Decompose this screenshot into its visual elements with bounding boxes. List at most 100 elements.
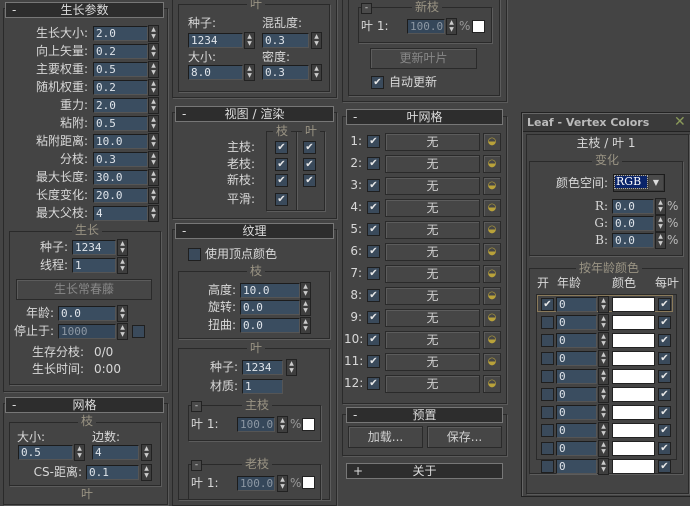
r-input[interactable]: 0.0 bbox=[612, 199, 654, 214]
mesh-sphere-icon[interactable]: ◒ bbox=[483, 375, 501, 393]
param-spinner[interactable]: ▲ ▼ bbox=[148, 205, 159, 222]
age-spinner[interactable]: ▲ ▼ bbox=[598, 440, 609, 457]
mesh-pick-button[interactable]: 无 bbox=[385, 221, 480, 239]
new-leaf1-spinner[interactable]: ▲ ▼ bbox=[446, 18, 457, 35]
age-color-swatch[interactable] bbox=[612, 351, 655, 366]
age-input[interactable]: 0 bbox=[556, 387, 597, 402]
r-spinner[interactable]: ▲ ▼ bbox=[655, 198, 666, 215]
age-enable-checkbox[interactable] bbox=[541, 442, 554, 455]
age-spinner[interactable]: ▲ ▼ bbox=[598, 386, 609, 403]
param-spinner[interactable]: ▲ ▼ bbox=[148, 79, 159, 96]
age-enable-checkbox[interactable] bbox=[541, 316, 554, 329]
param-spinner[interactable]: ▲ ▼ bbox=[148, 97, 159, 114]
mesh-pick-button[interactable]: 无 bbox=[385, 133, 480, 151]
branch-visible-checkbox[interactable]: ✔ bbox=[275, 158, 288, 171]
mesh-sphere-icon[interactable]: ◒ bbox=[483, 133, 501, 151]
b-input[interactable]: 0.0 bbox=[612, 233, 654, 248]
per-leaf-checkbox[interactable]: ✔ bbox=[658, 334, 671, 347]
mesh-sphere-icon[interactable]: ◒ bbox=[483, 177, 501, 195]
age-color-swatch[interactable] bbox=[612, 333, 655, 348]
material-input[interactable]: 1 bbox=[242, 379, 283, 394]
g-spinner[interactable]: ▲ ▼ bbox=[655, 215, 666, 232]
per-leaf-checkbox[interactable]: ✔ bbox=[658, 460, 671, 473]
threads-input[interactable]: 1 bbox=[72, 258, 116, 273]
growth-rollout-header[interactable]: - 生长参数 bbox=[5, 2, 164, 18]
param-input[interactable]: 10.0 bbox=[93, 134, 148, 149]
seed-spinner[interactable]: ▲ ▼ bbox=[117, 239, 128, 256]
param-input[interactable]: 0.2 bbox=[93, 80, 148, 95]
mesh-slot-checkbox[interactable]: ✔ bbox=[367, 355, 380, 368]
view-rollout-header[interactable]: - 视图 / 渲染 bbox=[175, 106, 334, 122]
age-enable-checkbox[interactable] bbox=[541, 406, 554, 419]
mesh-slot-checkbox[interactable]: ✔ bbox=[367, 267, 380, 280]
branch-visible-checkbox[interactable]: ✔ bbox=[275, 174, 288, 187]
age-spinner[interactable]: ▲ ▼ bbox=[598, 350, 609, 367]
age-enable-checkbox[interactable] bbox=[541, 424, 554, 437]
age-input[interactable]: 0 bbox=[556, 459, 597, 474]
param-input[interactable]: 0.2 bbox=[93, 44, 148, 59]
mesh-slot-checkbox[interactable]: ✔ bbox=[367, 201, 380, 214]
age-spinner[interactable]: ▲ ▼ bbox=[117, 305, 128, 322]
tex-leaf-seed-spinner[interactable]: ▲ ▼ bbox=[286, 359, 297, 376]
mesh-slot-checkbox[interactable]: ✔ bbox=[367, 245, 380, 258]
b-spinner[interactable]: ▲ ▼ bbox=[655, 232, 666, 249]
age-input[interactable]: 0 bbox=[556, 351, 597, 366]
param-input[interactable]: 4 bbox=[93, 206, 148, 221]
mesh-slot-checkbox[interactable]: ✔ bbox=[367, 135, 380, 148]
chaos-input[interactable]: 0.3 bbox=[262, 33, 309, 48]
close-icon[interactable]: ✕ bbox=[674, 114, 686, 130]
age-spinner[interactable]: ▲ ▼ bbox=[598, 368, 609, 385]
dialog-titlebar[interactable]: Leaf - Vertex Colors ✕ bbox=[523, 114, 690, 132]
mesh-slot-checkbox[interactable]: ✔ bbox=[367, 223, 380, 236]
age-color-swatch[interactable] bbox=[612, 423, 655, 438]
mesh-sphere-icon[interactable]: ◒ bbox=[483, 155, 501, 173]
per-leaf-checkbox[interactable]: ✔ bbox=[658, 298, 671, 311]
leaf-size-spinner[interactable]: ▲ ▼ bbox=[244, 64, 255, 81]
param-input[interactable]: 2.0 bbox=[93, 98, 148, 113]
chaos-spinner[interactable]: ▲ ▼ bbox=[311, 32, 322, 49]
leaf-visible-checkbox[interactable]: ✔ bbox=[303, 174, 316, 187]
param-input[interactable]: 30.0 bbox=[93, 170, 148, 185]
per-leaf-checkbox[interactable]: ✔ bbox=[658, 352, 671, 365]
age-spinner[interactable]: ▲ ▼ bbox=[598, 422, 609, 439]
param-spinner[interactable]: ▲ ▼ bbox=[148, 187, 159, 204]
mesh-sphere-icon[interactable]: ◒ bbox=[483, 199, 501, 217]
age-enable-checkbox[interactable] bbox=[541, 352, 554, 365]
age-input[interactable]: 0 bbox=[556, 297, 597, 312]
seed-input[interactable]: 1234 bbox=[72, 240, 116, 255]
cs-distance-spinner[interactable]: ▲ ▼ bbox=[141, 464, 152, 481]
new-leaf1-color-swatch[interactable] bbox=[472, 20, 485, 33]
grow-ivy-button[interactable]: 生长常春藤 bbox=[16, 279, 152, 300]
mesh-pick-button[interactable]: 无 bbox=[385, 331, 480, 349]
param-spinner[interactable]: ▲ ▼ bbox=[148, 43, 159, 60]
size-spinner[interactable]: ▲ ▼ bbox=[74, 444, 85, 461]
twist-input[interactable]: 0.0 bbox=[240, 318, 300, 333]
density-spinner[interactable]: ▲ ▼ bbox=[311, 64, 322, 81]
tex-leaf-seed-input[interactable]: 1234 bbox=[242, 360, 283, 375]
param-input[interactable]: 20.0 bbox=[93, 188, 148, 203]
auto-update-checkbox[interactable]: ✔ bbox=[371, 76, 384, 89]
age-input[interactable]: 0 bbox=[556, 423, 597, 438]
old-leaf1-spinner[interactable]: ▲ ▼ bbox=[277, 475, 288, 492]
age-input[interactable]: 0.0 bbox=[58, 306, 116, 321]
mesh-pick-button[interactable]: 无 bbox=[385, 375, 480, 393]
chevron-down-icon[interactable]: ▼ bbox=[649, 175, 663, 190]
old-leaf1-input[interactable]: 100.0 bbox=[237, 476, 275, 491]
leaf-seed-input[interactable]: 1234 bbox=[188, 33, 243, 48]
age-color-swatch[interactable] bbox=[612, 297, 655, 312]
mesh-sphere-icon[interactable]: ◒ bbox=[483, 309, 501, 327]
param-input[interactable]: 0.3 bbox=[93, 152, 148, 167]
age-input[interactable]: 0 bbox=[556, 315, 597, 330]
mesh-slot-checkbox[interactable]: ✔ bbox=[367, 157, 380, 170]
sides-input[interactable]: 4 bbox=[92, 445, 139, 460]
age-spinner[interactable]: ▲ ▼ bbox=[598, 314, 609, 331]
branch-visible-checkbox[interactable]: ✔ bbox=[275, 141, 288, 154]
age-color-swatch[interactable] bbox=[612, 369, 655, 384]
g-input[interactable]: 0.0 bbox=[612, 216, 654, 231]
age-input[interactable]: 0 bbox=[556, 333, 597, 348]
age-enable-checkbox[interactable] bbox=[541, 334, 554, 347]
mesh-sphere-icon[interactable]: ◒ bbox=[483, 353, 501, 371]
main-leaf1-color-swatch[interactable] bbox=[302, 418, 315, 431]
age-color-swatch[interactable] bbox=[612, 441, 655, 456]
param-spinner[interactable]: ▲ ▼ bbox=[148, 133, 159, 150]
